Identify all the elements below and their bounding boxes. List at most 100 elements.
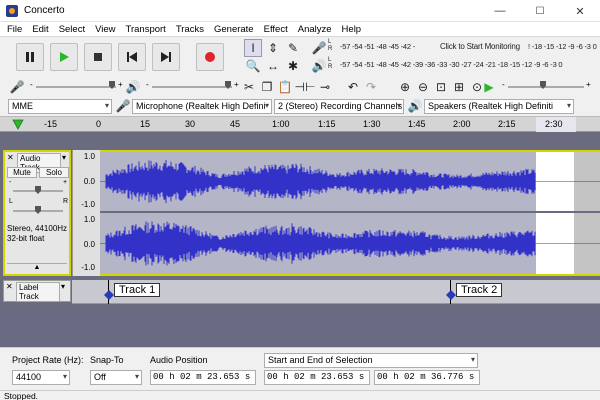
mute-button[interactable]: Mute bbox=[7, 167, 37, 178]
slider-plus: + bbox=[118, 80, 123, 89]
menu-help[interactable]: Help bbox=[337, 24, 367, 35]
record-meter-button[interactable]: 🎤 bbox=[310, 39, 328, 57]
menu-analyze[interactable]: Analyze bbox=[293, 24, 337, 35]
track-format-info: Stereo, 44100Hz bbox=[7, 224, 68, 233]
timeline-ruler[interactable]: -15 0 15 30 45 1:00 1:15 1:30 1:45 2:00 … bbox=[0, 116, 600, 132]
multi-tool[interactable]: ✱ bbox=[284, 57, 302, 75]
waveform-channel-left[interactable] bbox=[100, 150, 600, 211]
playback-device-select[interactable]: Speakers (Realtek High Definiti ▾ bbox=[424, 99, 574, 114]
label-track-control-panel[interactable]: ✕ Label Track ▾ bbox=[3, 280, 71, 302]
scale-label: -1.0 bbox=[81, 263, 95, 272]
play-button[interactable] bbox=[50, 43, 78, 71]
close-button[interactable]: ✕ bbox=[560, 0, 600, 22]
gain-knob[interactable] bbox=[35, 186, 41, 194]
record-button[interactable] bbox=[196, 43, 224, 71]
redo-button[interactable]: ↷ bbox=[362, 78, 380, 96]
zoom-out-button[interactable]: ⊖ bbox=[414, 78, 432, 96]
chevron-down-icon: ▾ bbox=[470, 355, 475, 364]
selection-start-field[interactable]: 00 h 02 m 23.653 s bbox=[264, 370, 370, 385]
audio-host-select[interactable]: MME ▾ bbox=[8, 99, 112, 114]
fit-selection-button[interactable]: ⊡ bbox=[432, 78, 450, 96]
speaker-icon: 🔊 bbox=[125, 80, 141, 94]
copy-button[interactable]: ❐ bbox=[258, 78, 276, 96]
play-at-speed-button[interactable]: ▶ bbox=[480, 78, 498, 96]
collapse-track-button[interactable]: ▲ bbox=[7, 263, 67, 273]
audio-position-field[interactable]: 00 h 02 m 23.653 s bbox=[150, 370, 256, 385]
draw-tool[interactable]: ✎ bbox=[284, 39, 302, 57]
close-track-icon[interactable]: ✕ bbox=[6, 282, 13, 291]
track-menu-chevron-icon[interactable]: ▾ bbox=[61, 282, 65, 291]
recording-volume-slider[interactable] bbox=[36, 86, 116, 88]
cut-button[interactable]: ✂ bbox=[240, 78, 258, 96]
solo-button[interactable]: Solo bbox=[39, 167, 69, 178]
project-rate-select[interactable]: 44100 ▾ bbox=[12, 370, 70, 385]
menu-tracks[interactable]: Tracks bbox=[171, 24, 209, 35]
label-handle-icon[interactable] bbox=[446, 290, 456, 300]
undo-button[interactable]: ↶ bbox=[344, 78, 362, 96]
envelope-tool[interactable]: ⇕ bbox=[264, 39, 282, 57]
zoom-out-icon: ⊖ bbox=[417, 80, 429, 94]
label-track-1[interactable]: Track 1 bbox=[114, 283, 161, 297]
track-menu-chevron-icon[interactable]: ▾ bbox=[62, 153, 66, 162]
pin-head-icon[interactable] bbox=[12, 119, 24, 130]
stop-button[interactable] bbox=[84, 43, 112, 71]
copy-icon: ❐ bbox=[261, 80, 273, 94]
snap-to-select[interactable]: Off ▾ bbox=[90, 370, 142, 385]
selection-mode-select[interactable]: Start and End of Selection ▾ bbox=[264, 353, 478, 368]
collapse-arrow-icon: ▲ bbox=[33, 264, 41, 271]
menu-transport[interactable]: Transport bbox=[121, 24, 171, 35]
menu-effect[interactable]: Effect bbox=[259, 24, 293, 35]
pan-knob[interactable] bbox=[35, 206, 41, 214]
trim-button[interactable]: ⊣⊢ bbox=[295, 78, 316, 96]
vertical-scale[interactable]: 1.0 0.0 -1.0 1.0 0.0 -1.0 bbox=[72, 150, 100, 276]
menu-view[interactable]: View bbox=[90, 24, 120, 35]
label-track-lane[interactable]: Track 1 Track 2 bbox=[72, 280, 600, 304]
menu-select[interactable]: Select bbox=[54, 24, 90, 35]
menu-file[interactable]: File bbox=[2, 24, 27, 35]
meter-lr-label: L bbox=[328, 57, 332, 63]
waveform-left-svg bbox=[100, 152, 600, 211]
empty-track-space[interactable] bbox=[0, 312, 600, 347]
playback-volume-slider[interactable] bbox=[152, 86, 232, 88]
label-track-2[interactable]: Track 2 bbox=[456, 283, 503, 297]
scale-label: 0.0 bbox=[83, 177, 95, 186]
tick-label: 1:15 bbox=[318, 119, 336, 129]
fit-project-button[interactable]: ⊞ bbox=[450, 78, 468, 96]
maximize-button[interactable]: ☐ bbox=[520, 0, 560, 22]
fit-selection-icon: ⊡ bbox=[435, 80, 447, 94]
label-track-name-button[interactable]: Label Track bbox=[16, 282, 60, 302]
skip-to-end-button[interactable] bbox=[152, 43, 180, 71]
silence-button[interactable]: ⊸ bbox=[316, 78, 334, 96]
redo-icon: ↷ bbox=[365, 80, 377, 94]
gain-minus-label: - bbox=[9, 179, 12, 186]
selection-mode-value: Start and End of Selection bbox=[268, 355, 373, 365]
record-monitor-prompt[interactable]: Click to Start Monitoring bbox=[440, 42, 520, 51]
tick-label: 0 bbox=[96, 119, 102, 129]
selection-tool[interactable]: I bbox=[244, 39, 262, 57]
close-track-icon[interactable]: ✕ bbox=[7, 153, 14, 162]
audio-track-control-panel[interactable]: ✕ Audio Track ▾ Mute Solo - + L R Stereo… bbox=[3, 150, 71, 276]
recording-channels-select[interactable]: 2 (Stereo) Recording Channels ▾ bbox=[274, 99, 404, 114]
pause-button[interactable] bbox=[16, 43, 44, 71]
zoom-in-button[interactable]: ⊕ bbox=[396, 78, 414, 96]
chevron-down-icon: ▾ bbox=[104, 101, 109, 110]
speaker-volume-icon-wrap: 🔊 bbox=[124, 78, 142, 96]
menu-edit[interactable]: Edit bbox=[27, 24, 53, 35]
fit-project-icon: ⊞ bbox=[453, 80, 465, 94]
menu-generate[interactable]: Generate bbox=[209, 24, 259, 35]
recording-device-select[interactable]: Microphone (Realtek High Defini ▾ bbox=[132, 99, 272, 114]
zoom-tool[interactable]: 🔍 bbox=[244, 57, 262, 75]
waveform-channel-right[interactable] bbox=[100, 213, 600, 276]
time-shift-tool[interactable]: ↔ bbox=[264, 57, 282, 75]
play-icon: ▶ bbox=[484, 80, 494, 94]
minimize-button[interactable]: — bbox=[480, 0, 520, 22]
selection-end-field[interactable]: 00 h 02 m 36.776 s bbox=[374, 370, 480, 385]
tick-label: 1:30 bbox=[363, 119, 381, 129]
play-meter-button[interactable]: 🔊 bbox=[310, 57, 328, 75]
menu-bar: File Edit Select View Transport Tracks G… bbox=[0, 22, 600, 36]
label-handle-icon[interactable] bbox=[104, 290, 114, 300]
paste-button[interactable]: 📋 bbox=[276, 78, 294, 96]
pencil-icon: ✎ bbox=[287, 41, 299, 55]
play-speed-slider[interactable] bbox=[508, 86, 584, 88]
skip-to-start-button[interactable] bbox=[118, 43, 146, 71]
